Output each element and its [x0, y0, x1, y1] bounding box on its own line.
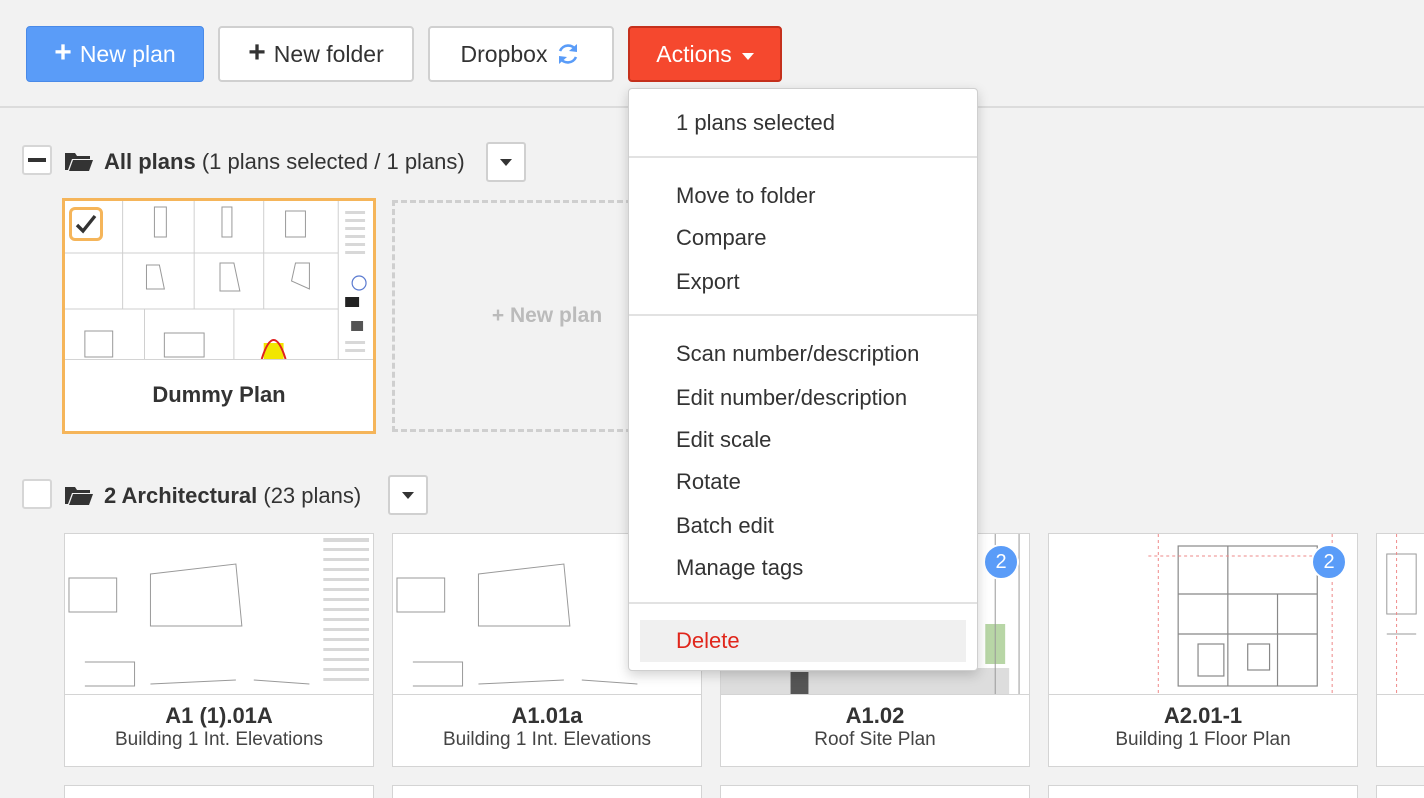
minus-icon [28, 158, 46, 162]
folder-open-icon [65, 153, 93, 171]
plan-card-footer: A1.01a Building 1 Int. Elevations [393, 694, 701, 766]
new-plan-label: New plan [79, 40, 176, 67]
caret-down-icon [500, 158, 512, 166]
plan-description: Building 1 Floor Plan [1115, 729, 1291, 750]
plan-title: A1.02 [845, 703, 905, 728]
menu-item-batch-edit[interactable]: Batch edit [629, 506, 977, 546]
new-folder-label: New folder [273, 40, 384, 67]
menu-divider [629, 314, 977, 316]
menu-item-delete[interactable]: Delete [640, 620, 966, 662]
plan-title: A1.01a [511, 703, 583, 728]
sync-icon [559, 44, 578, 64]
plan-description: Building 1 Int. Elevations [114, 729, 324, 750]
plan-card-footer: Dummy Plan [65, 359, 373, 431]
actions-button[interactable]: Actions [628, 26, 782, 82]
plus-icon: + [54, 35, 72, 69]
group-meta: (1 plans selected / 1 plans) [201, 149, 465, 174]
all-plans-checkbox[interactable] [22, 145, 52, 175]
menu-item-compare[interactable]: Compare [629, 218, 977, 258]
menu-item-edit-scale[interactable]: Edit scale [629, 420, 977, 460]
plan-title: A2.01-1 [1163, 703, 1243, 728]
plan-title: Dummy Plan [152, 382, 286, 407]
menu-item-move-to-folder[interactable]: Move to folder [629, 176, 977, 216]
new-plan-dropzone[interactable]: + New plan [392, 200, 632, 432]
revision-badge: 2 [983, 544, 1019, 580]
plan-card-footer: A1.02 Roof Site Plan [721, 694, 1029, 766]
plan-card[interactable] [1048, 785, 1358, 798]
folder-open-icon [65, 487, 93, 505]
plan-card-footer [1377, 694, 1424, 766]
group-menu-button[interactable] [486, 142, 526, 182]
plan-thumbnail [1377, 534, 1424, 696]
group-menu-button[interactable] [388, 475, 428, 515]
plus-icon: + [248, 35, 266, 69]
group-title-architectural: 2 Architectural (23 plans) [104, 483, 361, 509]
menu-item-rotate[interactable]: Rotate [629, 462, 977, 502]
group-title-all-plans: All plans (1 plans selected / 1 plans) [104, 149, 465, 175]
plan-card-footer: A2.01-1 Building 1 Floor Plan [1049, 694, 1357, 766]
new-folder-button[interactable]: + New folder [218, 26, 414, 82]
plan-card-footer: A1 (1).01A Building 1 Int. Elevations [65, 694, 373, 766]
plan-card[interactable] [720, 785, 1030, 798]
plan-select-checkbox[interactable] [69, 207, 103, 241]
plan-description: Building 1 Int. Elevations [442, 729, 652, 750]
actions-label: Actions [656, 40, 732, 67]
new-plan-dropzone-label: + New plan [491, 304, 603, 327]
actions-dropdown-menu: 1 plans selected Move to folder Compare … [628, 88, 978, 671]
menu-divider [629, 602, 977, 604]
plan-card[interactable] [392, 785, 702, 798]
revision-badge: 2 [1311, 544, 1347, 580]
check-icon [75, 214, 97, 234]
plan-thumbnail [65, 534, 373, 696]
plan-card[interactable]: A1 (1).01A Building 1 Int. Elevations [64, 533, 374, 767]
plan-card[interactable] [1376, 533, 1424, 767]
menu-divider [629, 156, 977, 158]
menu-header-selection-count: 1 plans selected [676, 110, 835, 135]
caret-down-icon [741, 52, 754, 60]
menu-item-edit-number-description[interactable]: Edit number/description [629, 378, 977, 418]
caret-down-icon [402, 491, 414, 499]
plan-description: Roof Site Plan [814, 729, 936, 750]
group-meta: (23 plans) [263, 483, 362, 508]
group-name: All plans [104, 149, 196, 174]
group-checkbox-architectural[interactable] [22, 479, 52, 509]
menu-item-export[interactable]: Export [629, 262, 977, 302]
menu-item-scan-number-description[interactable]: Scan number/description [629, 334, 977, 374]
dropbox-label: Dropbox [460, 40, 548, 67]
plan-card[interactable] [64, 785, 374, 798]
group-name: 2 Architectural [104, 483, 258, 508]
menu-item-manage-tags[interactable]: Manage tags [629, 548, 977, 588]
plan-card[interactable] [1376, 785, 1424, 798]
plan-card-dummy-plan[interactable]: Dummy Plan [62, 198, 376, 434]
new-plan-button[interactable]: + New plan [26, 26, 204, 82]
plan-thumbnail [65, 201, 373, 363]
dropbox-button[interactable]: Dropbox [428, 26, 614, 82]
plan-card[interactable]: 2 A2.01-1 Building 1 Floor Plan [1048, 533, 1358, 767]
plan-title: A1 (1).01A [165, 703, 273, 728]
